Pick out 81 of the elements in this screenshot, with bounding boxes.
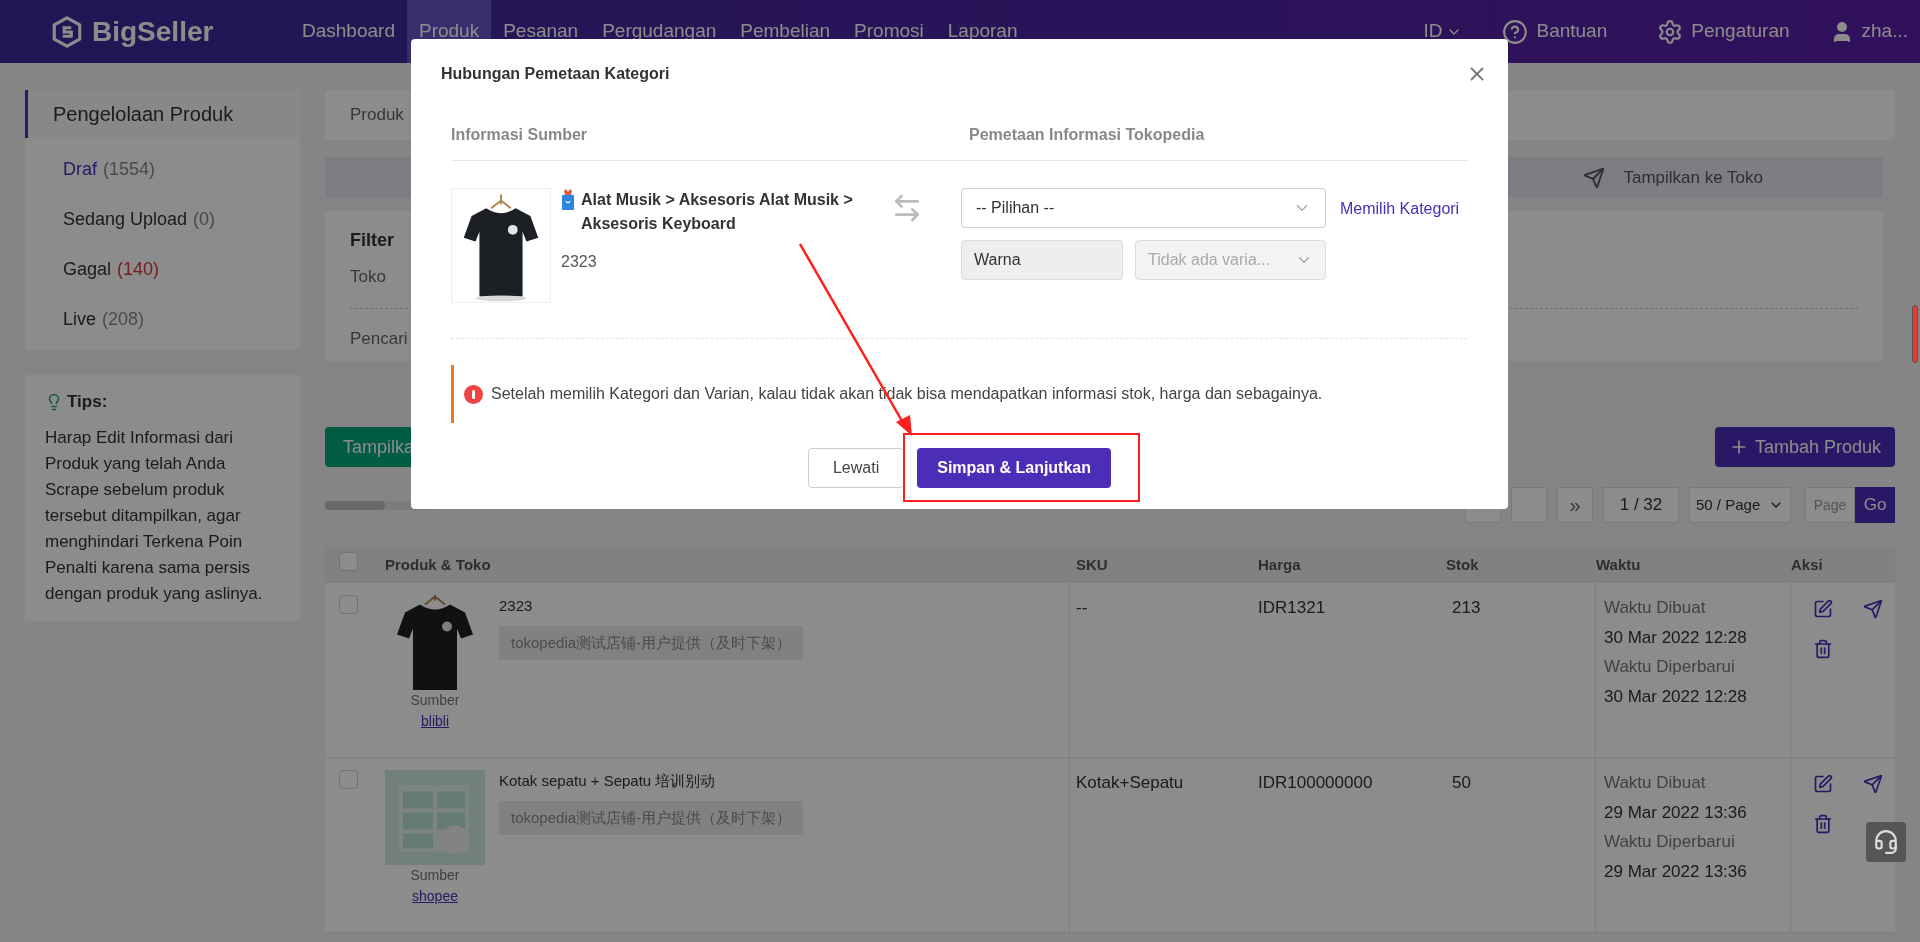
paper-plane-icon[interactable]: [1863, 774, 1883, 794]
category-path: Alat Musik > Aksesoris Alat Musik > Aksesoris Keyboard: [581, 190, 854, 234]
paper-plane-icon[interactable]: [1863, 599, 1883, 619]
time-label: Waktu Dibuat: [1604, 597, 1707, 619]
logo-text: BigSeller: [92, 14, 214, 49]
nav-tab[interactable]: Laporan: [935, 0, 1030, 63]
user-menu[interactable]: zha...: [1829, 17, 1908, 46]
source-label: Sumber: [410, 866, 460, 885]
table-cell: IDR1321: [1258, 598, 1326, 617]
table-cell: IDR100000000: [1258, 773, 1373, 792]
go-button[interactable]: Go: [1855, 487, 1895, 523]
time-value: 30 Mar 2022 12:28: [1604, 626, 1748, 649]
add-product-button[interactable]: Tambah Produk: [1714, 427, 1895, 467]
filter-label: Toko: [350, 266, 387, 288]
support-button[interactable]: [1866, 822, 1906, 862]
sidebar-title: Pengelolaan Produk: [25, 90, 300, 138]
product-name: Kotak sepatu + Sepatu 培训别动: [499, 771, 717, 791]
table-cell: --: [1076, 598, 1088, 617]
choose-category-link[interactable]: Memilih Kategori: [1340, 197, 1460, 338]
nav-tab[interactable]: Pesanan: [491, 0, 591, 63]
column-header: Waktu: [1596, 555, 1641, 573]
last-page-button[interactable]: »: [1557, 487, 1593, 523]
source-link[interactable]: blibli: [421, 711, 449, 732]
column-header: Aksi: [1791, 555, 1823, 573]
time-label: Waktu Dibuat: [1604, 772, 1707, 794]
settings-icon: [1657, 18, 1684, 45]
tips-title: Tips:: [67, 391, 108, 413]
table-cell: 50: [1452, 773, 1471, 792]
edit-icon[interactable]: [1813, 599, 1833, 619]
sidebar-item[interactable]: Live (208): [25, 294, 300, 344]
sidebar-item[interactable]: Gagal (140): [25, 244, 300, 294]
column-header: SKU: [1076, 555, 1108, 573]
paper-plane-icon: [1583, 166, 1606, 189]
source-link[interactable]: shopee: [412, 886, 458, 907]
page-indicator: 1 / 32: [1603, 487, 1679, 523]
help-button[interactable]: Bantuan: [1502, 17, 1608, 46]
bag-icon: [561, 188, 575, 212]
time-value: 30 Mar 2022 12:28: [1604, 685, 1748, 708]
column-heading: Informasi Sumber: [451, 124, 589, 145]
category-select[interactable]: -- Pilihan --: [961, 188, 1326, 228]
nav-tab[interactable]: Pergudangan: [590, 0, 729, 63]
time-value: 29 Mar 2022 13:36: [1604, 801, 1748, 824]
page-size-select[interactable]: 50 / Page: [1689, 487, 1791, 523]
product-name: 2323: [499, 596, 534, 616]
page-input[interactable]: Page: [1805, 487, 1855, 523]
nav-tab[interactable]: Dashboard: [290, 0, 407, 63]
sidebar-item[interactable]: Draf (1554): [25, 144, 300, 194]
nav-tab[interactable]: Promosi: [842, 0, 936, 63]
table-cell: Kotak+Sepatu: [1076, 773, 1184, 792]
dialog-title: Hubungan Pemetaan Kategori: [441, 64, 670, 84]
checkbox[interactable]: [339, 595, 358, 614]
column-header: Produk & Toko: [385, 555, 491, 573]
time-label: Waktu Diperbarui: [1604, 656, 1736, 678]
logo-icon: [50, 14, 84, 49]
column-header: Harga: [1258, 555, 1301, 573]
skip-button[interactable]: Lewati: [807, 448, 905, 488]
column-header: Stok: [1446, 555, 1479, 573]
alert-icon: [464, 384, 483, 404]
edit-icon[interactable]: [1813, 774, 1833, 794]
time-value: 29 Mar 2022 13:36: [1604, 860, 1748, 883]
headset-icon: [1873, 829, 1899, 855]
trash-icon[interactable]: [1813, 814, 1833, 834]
table-cell: 213: [1452, 598, 1481, 617]
scrollbar-thumb: [1912, 305, 1918, 363]
variant-label-field: Warna: [961, 240, 1123, 280]
filter-title: Filter: [350, 229, 395, 252]
trash-icon[interactable]: [1813, 639, 1833, 659]
checkbox[interactable]: [339, 770, 358, 789]
step-label: Tampilkan ke Toko: [1623, 166, 1763, 189]
breadcrumb-item[interactable]: Produk: [350, 102, 404, 128]
product-name: 2323: [561, 252, 598, 272]
column-heading: Pemetaan Informasi Tokopedia: [969, 124, 1205, 145]
settings-button[interactable]: Pengaturan: [1657, 17, 1790, 46]
tips-text: Harap Edit Informasi dari Produk yang telah Anda Scrape sebelum produk tersebut ditampilkan, agar menghindari Terkena Poin Penalti karena sama persis dengan produk yang aslinya.: [45, 426, 264, 605]
filter-label: Pencari: [350, 327, 409, 350]
source-label: Sumber: [410, 691, 460, 710]
sidebar-item[interactable]: Sedang Upload (0): [25, 194, 300, 244]
save-continue-button[interactable]: Simpan & Lanjutkan: [917, 448, 1111, 488]
time-label: Waktu Diperbarui: [1604, 831, 1736, 853]
nav-tab[interactable]: Pembelian: [728, 0, 843, 63]
checkbox[interactable]: [339, 552, 358, 572]
